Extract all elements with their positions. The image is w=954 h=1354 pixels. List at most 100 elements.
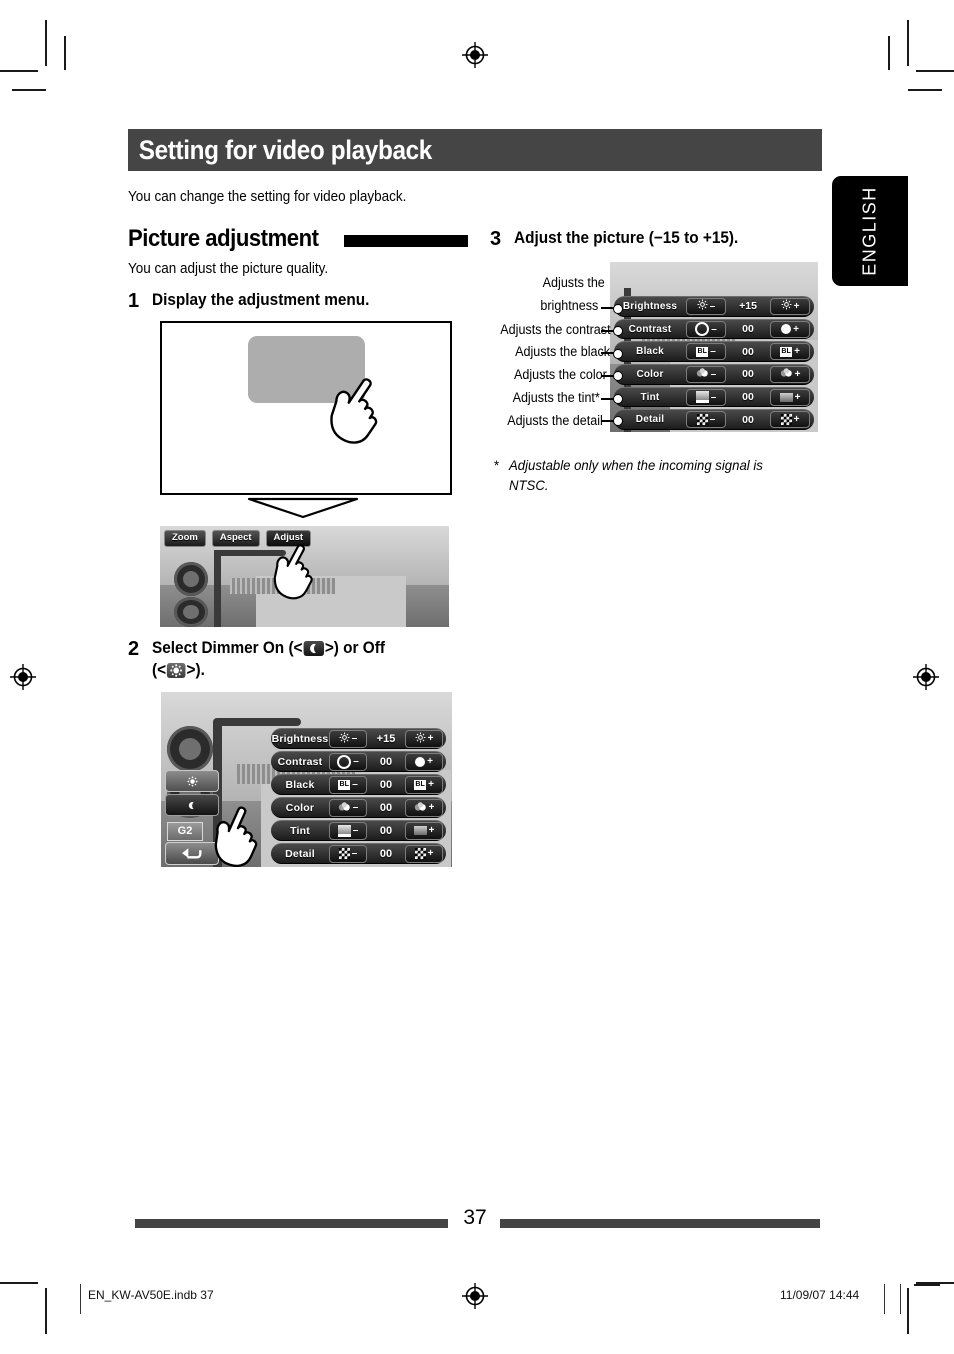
section-heading: Picture adjustment (128, 222, 468, 256)
row-label: Detail (285, 847, 315, 860)
flow-arrow-down-icon (247, 497, 359, 519)
tint-value: 00 (379, 824, 393, 837)
color-icon (696, 365, 709, 383)
black-plus-button[interactable]: BL + (770, 343, 810, 361)
zoom-button[interactable]: Zoom (164, 530, 206, 548)
footnote: * Adjustable only when the incoming sign… (494, 456, 791, 496)
contrast-minus-button[interactable]: – (329, 752, 367, 771)
menu-row-tint[interactable]: Tint – 00 + (271, 820, 446, 841)
registration-mark-left (9, 663, 37, 691)
tint-plus-button[interactable]: + (405, 821, 443, 840)
dimmer-off-sun-icon (167, 662, 186, 678)
menu-row-tint[interactable]: Tint – 00 + (614, 386, 814, 408)
aspect-button[interactable]: Aspect (211, 530, 260, 548)
row-label: Black (285, 778, 315, 791)
menu-row-brightness[interactable]: Brightness – +15 + (614, 296, 814, 317)
registration-mark-bottom (461, 1282, 489, 1310)
callout-contrast: Adjusts the contrast (500, 322, 611, 337)
crop-mark (12, 89, 46, 91)
black-minus-button[interactable]: BL – (686, 343, 726, 361)
row-label: Brightness (622, 300, 678, 312)
row-label: Brightness (271, 732, 329, 745)
manual-page: Setting for video playback You can chang… (0, 0, 954, 1354)
contrast-value: 00 (742, 323, 754, 335)
color-value: 00 (742, 368, 754, 381)
menu-row-contrast[interactable]: Contrast – 00 + (614, 318, 814, 340)
detail-minus-button[interactable]: – (329, 844, 367, 863)
section-subtitle: You can adjust the picture quality. (128, 261, 329, 277)
menu-row-detail[interactable]: Detail – 00 + (271, 843, 446, 864)
detail-icon (338, 848, 350, 859)
ring-icon (337, 754, 352, 769)
menu-row-black[interactable]: Black BL – 00 BL + (614, 341, 814, 363)
footnote-text: Adjustable only when the incoming signal… (509, 457, 763, 493)
step-3: 3 Adjust the picture (−15 to +15). (490, 228, 755, 251)
screenshot-adjustment-menu-large: G2 Brightness – +15 + Contrast – 00 + Bl… (161, 692, 452, 867)
sun-icon (186, 775, 198, 787)
tint-icon (413, 826, 427, 835)
row-label: Black (636, 346, 664, 358)
row-label: Contrast (277, 755, 323, 768)
step-2-line2-a: (< (152, 660, 167, 679)
black-minus-button[interactable]: BL – (329, 775, 367, 794)
crop-mark (45, 20, 47, 66)
detail-value: 00 (379, 847, 393, 860)
tint-minus-button[interactable]: – (329, 821, 367, 840)
tint-icon (695, 391, 709, 404)
source-file-label: EN_KW-AV50E.indb 37 (88, 1288, 214, 1302)
tint-plus-button[interactable]: + (770, 388, 810, 406)
contrast-value: 00 (379, 755, 393, 768)
menu-row-contrast[interactable]: Contrast – 00 + (271, 751, 446, 772)
page-number: 37 (463, 1206, 487, 1229)
black-level-icon: BL (414, 779, 427, 790)
black-plus-button[interactable]: BL + (405, 775, 443, 794)
contrast-plus-button[interactable]: + (770, 320, 810, 338)
callout-color: Adjusts the color (513, 367, 607, 382)
detail-plus-button[interactable]: + (405, 844, 443, 863)
callout-brightness-line2: brightness (540, 298, 599, 313)
row-label: Detail (635, 414, 665, 426)
menu-row-color[interactable]: Color – 00 + (614, 364, 814, 385)
color-icon (338, 799, 351, 817)
callout-brightness-line1: Adjusts the (542, 275, 605, 290)
black-level-icon: BL (338, 779, 351, 790)
row-label: Tint (640, 391, 660, 403)
brightness-plus-button[interactable]: + (405, 729, 443, 748)
crop-mark (907, 1288, 909, 1334)
sun-icon (415, 730, 426, 748)
leader-dot (613, 326, 623, 336)
color-minus-button[interactable]: – (329, 798, 367, 817)
contrast-minus-button[interactable]: – (686, 320, 726, 338)
color-plus-button[interactable]: + (405, 798, 443, 817)
menu-row-brightness[interactable]: Brightness – +15 + (271, 728, 446, 749)
crop-mark (45, 1288, 47, 1334)
detail-minus-button[interactable]: – (686, 411, 726, 429)
crop-mark (908, 89, 942, 91)
menu-row-black[interactable]: Black BL – 00 BL + (271, 774, 446, 795)
tint-minus-button[interactable]: – (686, 388, 726, 406)
black-value: 00 (742, 345, 754, 358)
hand-pointer-icon (330, 378, 378, 444)
brightness-plus-button[interactable]: + (770, 297, 810, 315)
brightness-minus-button[interactable]: – (686, 297, 726, 315)
timestamp-label: 11/09/07 14:44 (780, 1288, 860, 1302)
brightness-minus-button[interactable]: – (329, 729, 367, 748)
step-2-number: 2 (128, 638, 140, 660)
detail-icon (414, 848, 426, 859)
color-minus-button[interactable]: – (686, 365, 726, 383)
crop-mark (916, 70, 954, 72)
step-3-text: Adjust the picture (−15 to +15). (514, 229, 739, 247)
contrast-plus-button[interactable]: + (405, 752, 443, 771)
detail-icon (696, 414, 708, 426)
section-heading-text: Picture adjustment (128, 225, 319, 252)
menu-row-detail[interactable]: Detail – 00 + (614, 409, 814, 431)
registration-mark-top (461, 41, 489, 69)
black-level-icon: BL (696, 346, 709, 357)
dimmer-off-key[interactable] (165, 770, 219, 792)
step-1: 1 Display the adjustment menu. (128, 290, 386, 313)
menu-row-color[interactable]: Color – 00 + (271, 797, 446, 818)
sun-icon (781, 297, 792, 315)
detail-plus-button[interactable]: + (770, 411, 810, 429)
color-plus-button[interactable]: + (770, 365, 810, 383)
leader-dot (613, 371, 623, 381)
